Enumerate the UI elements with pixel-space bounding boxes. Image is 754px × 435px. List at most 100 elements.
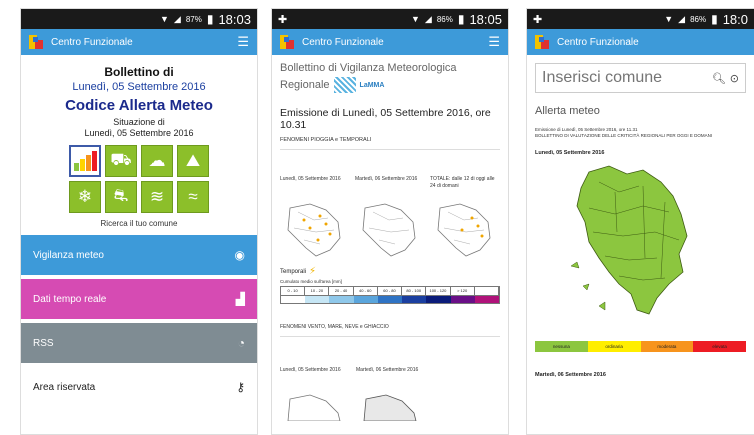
level-none: nessuna <box>535 340 588 352</box>
legend-swatch <box>450 296 475 304</box>
legend-swatch <box>377 296 403 304</box>
notification-icon: ✚ <box>533 13 543 26</box>
landslide-icon[interactable]: ⛰ <box>177 145 209 177</box>
battery-icon: ▮ <box>206 12 214 26</box>
battery-level: 86% <box>690 14 707 24</box>
bulletin-label: Bollettino di <box>104 65 174 79</box>
accumulation-label: Cumulato medio sull'area [mm] <box>280 279 342 285</box>
situation-label: Situazione di <box>113 117 165 127</box>
phone-home-screen: ▼ ◢ 87% ▮ 18:03 Centro Funzionale ☰ Boll… <box>20 8 258 435</box>
rain-legend: 0 - 10 10 - 20 20 - 40 40 - 60 60 - 80 8… <box>280 286 500 297</box>
menu-item-label: Vigilanza meteo <box>33 249 104 261</box>
rain-map[interactable] <box>355 200 423 260</box>
storm-icon[interactable]: ☁ <box>141 145 173 177</box>
menu-item-label: RSS <box>33 337 54 349</box>
legend-range: 80 - 100 <box>402 287 427 296</box>
map-caption: Martedì, 06 Settembre 2016 <box>356 367 419 374</box>
legend-range <box>475 287 499 296</box>
legend-range: 10 - 20 <box>305 287 330 296</box>
map-column: Martedì, 06 Settembre 2016 <box>356 367 426 422</box>
status-bar: ✚ ▼ ◢ 86% ▮ 18:05 <box>272 9 508 29</box>
legend-swatch <box>426 296 451 304</box>
legend-swatch <box>353 296 378 304</box>
rain-map[interactable] <box>430 200 498 260</box>
map-caption: TOTALE: dalle 12 di oggi alle 24 di doma… <box>430 176 495 189</box>
search-icon[interactable]: 🔍︎ <box>712 72 726 85</box>
section-wind-sea-snow: FENOMENI VENTO, MARE, NEVE e GHIACCIO <box>280 324 389 331</box>
app-bar: Centro Funzionale ☰ <box>21 29 257 55</box>
battery-level: 86% <box>436 14 453 24</box>
level-high: elevata <box>693 340 746 352</box>
divider <box>280 149 500 151</box>
legend-swatch <box>474 296 499 304</box>
app-bar: Centro Funzionale <box>527 29 754 55</box>
signal-icon: ◢ <box>678 13 686 24</box>
map-date-tomorrow: Martedì, 06 Settembre 2016 <box>535 371 606 378</box>
hamburger-menu-icon[interactable]: ☰ <box>488 34 500 50</box>
tuscany-alert-map[interactable] <box>569 162 699 322</box>
map-column: Lunedì, 05 Settembre 2016 <box>280 367 350 422</box>
legend-range: 100 - 120 <box>426 287 451 296</box>
app-logo-icon <box>535 35 549 49</box>
wifi-icon: ▼ <box>410 14 420 24</box>
legend-swatch <box>305 296 330 304</box>
rain-map[interactable] <box>280 200 348 260</box>
map-caption: Lunedì, 05 Settembre 2016 <box>280 176 341 183</box>
menu-item-label: Dati tempo reale <box>33 293 107 305</box>
rain-legend-colors <box>280 296 500 305</box>
legend-swatch <box>281 296 306 304</box>
hamburger-menu-icon[interactable]: ☰ <box>237 34 249 50</box>
bar-chart-icon[interactable] <box>69 145 101 177</box>
bulletin-text: BOLLETTINO DI VALUTAZIONE DELLE CRITICIT… <box>535 133 713 139</box>
storms-label: Temporali <box>280 268 307 275</box>
alert-levels-legend: nessuna ordinaria moderata elevata <box>535 340 746 352</box>
wifi-icon: ▼ <box>159 14 169 24</box>
bulletin-header: Bollettino di Lunedì, 05 Settembre 2016 … <box>21 55 257 138</box>
menu-item-label: Area riservata <box>33 381 96 393</box>
clock: 18:03 <box>218 11 251 27</box>
legend-swatch <box>402 296 427 304</box>
chart-icon: ▟ <box>235 292 245 306</box>
ice-road-icon[interactable]: ⛐ <box>105 181 137 213</box>
legend-range: > 120 <box>451 287 475 296</box>
snowflake-icon[interactable]: ❄ <box>69 181 101 213</box>
divider <box>280 336 500 338</box>
level-moderate: moderata <box>640 340 694 352</box>
wifi-icon: ▼ <box>664 14 674 24</box>
waves-icon[interactable]: ≈ <box>177 181 209 213</box>
legend-swatch <box>329 296 354 304</box>
rss-icon: ◔ <box>237 336 245 350</box>
wind-map[interactable] <box>280 391 348 422</box>
risk-icon-grid: ⛟ ☁ ⛰ ❄ ⛐ ≋ ≈ <box>21 145 257 213</box>
menu-item-area-riservata[interactable]: Area riservata ⚷ <box>21 367 257 407</box>
phone-bulletin-screen: ✚ ▼ ◢ 86% ▮ 18:05 Centro Funzionale ☰ Bo… <box>271 8 509 435</box>
search-input[interactable] <box>542 69 708 87</box>
menu-item-vigilanza[interactable]: Vigilanza meteo ◉ <box>21 235 257 275</box>
app-bar: Centro Funzionale ☰ <box>272 29 508 55</box>
eye-icon: ◉ <box>234 248 245 262</box>
map-column: Martedì, 06 Settembre 2016 <box>355 176 425 260</box>
legend-range: 40 - 60 <box>354 287 378 296</box>
wind-maps-row: Lunedì, 05 Settembre 2016 Martedì, 06 Se… <box>280 367 500 422</box>
search-bar: 🔍︎ ⊙ <box>535 63 746 93</box>
wind-icon[interactable]: ≋ <box>141 181 173 213</box>
signal-icon: ◢ <box>173 13 181 24</box>
search-town-link[interactable]: Ricerca il tuo comune <box>21 219 257 228</box>
locate-icon[interactable]: ⊙ <box>730 72 739 85</box>
situation-date: Lunedì, 05 Settembre 2016 <box>84 128 194 138</box>
wind-map[interactable] <box>356 391 424 422</box>
menu-item-dati-tempo-reale[interactable]: Dati tempo reale ▟ <box>21 279 257 319</box>
flood-car-icon[interactable]: ⛟ <box>105 145 137 177</box>
lamma-row: Regionale LaMMA <box>280 77 500 94</box>
alert-code-title: Codice Allerta Meteo <box>65 97 213 114</box>
lamma-label: LaMMA <box>359 81 385 89</box>
bulletin-date: Lunedì, 05 Settembre 2016 <box>72 81 206 93</box>
app-title: Centro Funzionale <box>51 36 133 48</box>
menu-item-rss[interactable]: RSS ◔ <box>21 323 257 363</box>
lamma-logo-icon <box>333 77 356 94</box>
key-icon: ⚷ <box>236 380 245 394</box>
bulletin-heading: Bollettino di Vigilanza Meteorologica <box>280 62 457 74</box>
app-title: Centro Funzionale <box>557 36 639 48</box>
legend-range: 60 - 80 <box>378 287 403 296</box>
map-column: TOTALE: dalle 12 di oggi alle 24 di doma… <box>430 176 500 260</box>
